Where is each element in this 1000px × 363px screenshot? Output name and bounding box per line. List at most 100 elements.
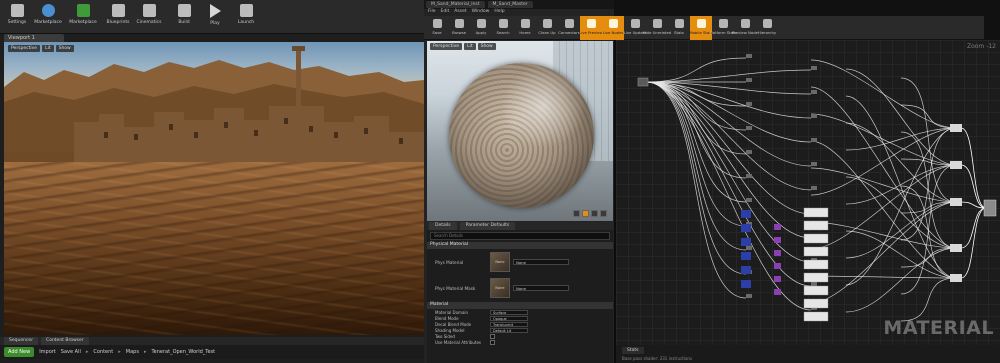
lit-dropdown[interactable]: Lit — [42, 45, 54, 52]
toolbar-hierarchy-button[interactable]: Hierarchy — [756, 16, 778, 40]
asset-picker-combo[interactable]: None — [513, 285, 569, 291]
tab-stats[interactable]: Stats — [622, 347, 644, 354]
menu-edit[interactable]: Edit — [441, 9, 450, 16]
asset-thumbnail[interactable]: None — [490, 278, 510, 298]
tab-material-master[interactable]: M_Sand_Master — [487, 1, 533, 8]
asset-picker-combo[interactable]: None — [513, 259, 569, 265]
toolbar-apply-button[interactable]: Apply — [470, 16, 492, 40]
parameter-node[interactable] — [741, 238, 751, 246]
white-node[interactable] — [803, 220, 829, 231]
output-node[interactable] — [950, 161, 962, 169]
texture-node[interactable] — [774, 250, 781, 256]
graph-node[interactable] — [746, 174, 752, 178]
launch-button[interactable]: Launch — [231, 0, 261, 34]
graph-node[interactable] — [811, 282, 817, 286]
texture-node[interactable] — [774, 289, 781, 295]
graph-node[interactable] — [746, 54, 752, 58]
toolbar-connectors-button[interactable]: Connectors — [558, 16, 580, 40]
tab-content-browser[interactable]: Content Browser — [41, 337, 89, 345]
texture-node[interactable] — [774, 263, 781, 269]
material-preview-viewport[interactable]: Perspective Lit Show — [427, 41, 613, 221]
toolbar-live-nodes-button[interactable]: Live Nodes — [602, 16, 624, 40]
toolbar-browse-button[interactable]: Browse — [448, 16, 470, 40]
breadcrumb-maps[interactable]: Maps — [126, 349, 139, 355]
white-node[interactable] — [803, 259, 829, 270]
output-node[interactable] — [950, 274, 962, 282]
blend-mode-dropdown[interactable]: Opaque — [490, 315, 528, 321]
breadcrumb-map-folder[interactable]: Tenerat_Open_World_Test — [151, 349, 215, 355]
toolbar-mobile-stats-button[interactable]: Mobile Stats — [689, 16, 713, 40]
graph-node[interactable] — [811, 162, 817, 166]
parameter-node[interactable] — [741, 266, 751, 274]
details-search-input[interactable]: Search Details — [430, 232, 610, 240]
toolbar-home-button[interactable]: Home — [514, 16, 536, 40]
graph-node[interactable] — [746, 102, 752, 106]
play-button[interactable]: Play — [200, 0, 230, 34]
sphere-icon[interactable] — [582, 210, 589, 217]
material-domain-dropdown[interactable]: Surface — [490, 309, 528, 315]
graph-node[interactable] — [811, 186, 817, 190]
graph-node[interactable] — [746, 294, 752, 298]
parameter-node[interactable] — [741, 224, 751, 232]
toolbar-save-button[interactable]: Save — [426, 16, 448, 40]
menu-file[interactable]: File — [428, 9, 436, 16]
toolbar-platform-stats-button[interactable]: Platform Stats — [710, 16, 736, 40]
toolbar-live-update-button[interactable]: Live Update — [624, 16, 646, 40]
preview-lit-dropdown[interactable]: Lit — [464, 43, 476, 50]
tab-details[interactable]: Details — [429, 222, 457, 230]
category-material[interactable]: Material — [427, 302, 613, 309]
decal-blend-mode-dropdown[interactable]: Translucent — [490, 321, 528, 327]
parameter-node[interactable] — [741, 210, 751, 218]
graph-node[interactable] — [811, 114, 817, 118]
show-dropdown[interactable]: Show — [55, 45, 74, 52]
menu-help[interactable]: Help — [494, 9, 504, 16]
graph-node[interactable] — [811, 66, 817, 70]
graph-node[interactable] — [811, 138, 817, 142]
white-node[interactable] — [803, 246, 829, 257]
toolbar-search-button[interactable]: Search — [492, 16, 514, 40]
toolbar-stats-button[interactable]: Stats — [668, 16, 690, 40]
blueprints-button[interactable]: Blueprints — [103, 0, 133, 34]
master-material-node[interactable] — [983, 199, 997, 217]
graph-node[interactable] — [746, 246, 752, 250]
white-node[interactable] — [803, 298, 829, 309]
material-attributes-checkbox[interactable] — [490, 339, 495, 345]
category-physical-material[interactable]: Physical Material — [427, 242, 613, 249]
output-node[interactable] — [950, 124, 962, 132]
cube-icon[interactable] — [600, 210, 607, 217]
parameter-node[interactable] — [741, 280, 751, 288]
breadcrumb-content[interactable]: Content — [93, 349, 113, 355]
texture-node[interactable] — [774, 237, 781, 243]
toolbar-live-preview-button[interactable]: Live Preview — [579, 16, 603, 40]
white-node[interactable] — [803, 207, 829, 218]
output-node[interactable] — [950, 244, 962, 252]
tab-sequencer[interactable]: Sequencer — [4, 337, 39, 345]
preview-show-dropdown[interactable]: Show — [477, 43, 496, 50]
graph-node[interactable] — [811, 90, 817, 94]
graph-node[interactable] — [746, 150, 752, 154]
white-node[interactable] — [803, 233, 829, 244]
graph-node[interactable] — [746, 126, 752, 130]
white-node[interactable] — [803, 272, 829, 283]
texture-node[interactable] — [774, 224, 781, 230]
perspective-dropdown[interactable]: Perspective — [8, 45, 41, 52]
menu-window[interactable]: Window — [472, 9, 490, 16]
preview-perspective-dropdown[interactable]: Perspective — [430, 43, 463, 50]
import-button[interactable]: Import — [39, 349, 56, 355]
two-sided-checkbox[interactable] — [490, 333, 495, 339]
marketplace-globe-button[interactable]: Marketplace — [33, 0, 63, 34]
viewport-tab[interactable]: Viewport 1 — [4, 34, 64, 42]
marketplace-button[interactable]: Marketplace — [68, 0, 98, 34]
tab-parameter-defaults[interactable]: Parameter Defaults — [459, 222, 516, 230]
cinematics-button[interactable]: Cinematics — [134, 0, 164, 34]
asset-thumbnail[interactable]: None — [490, 252, 510, 272]
white-node[interactable] — [803, 285, 829, 296]
plane-icon[interactable] — [591, 210, 598, 217]
toolbar-preview-node-button[interactable]: Preview Node — [732, 16, 758, 40]
tab-material-instance[interactable]: M_Sand_Material_Inst — [426, 1, 485, 8]
shading-model-dropdown[interactable]: Default Lit — [490, 327, 528, 333]
menu-asset[interactable]: Asset — [454, 9, 466, 16]
texture-node[interactable] — [774, 276, 781, 282]
source-node[interactable] — [637, 77, 649, 87]
material-node-graph[interactable]: Zoom -12 MATERIAL — [616, 40, 1000, 345]
